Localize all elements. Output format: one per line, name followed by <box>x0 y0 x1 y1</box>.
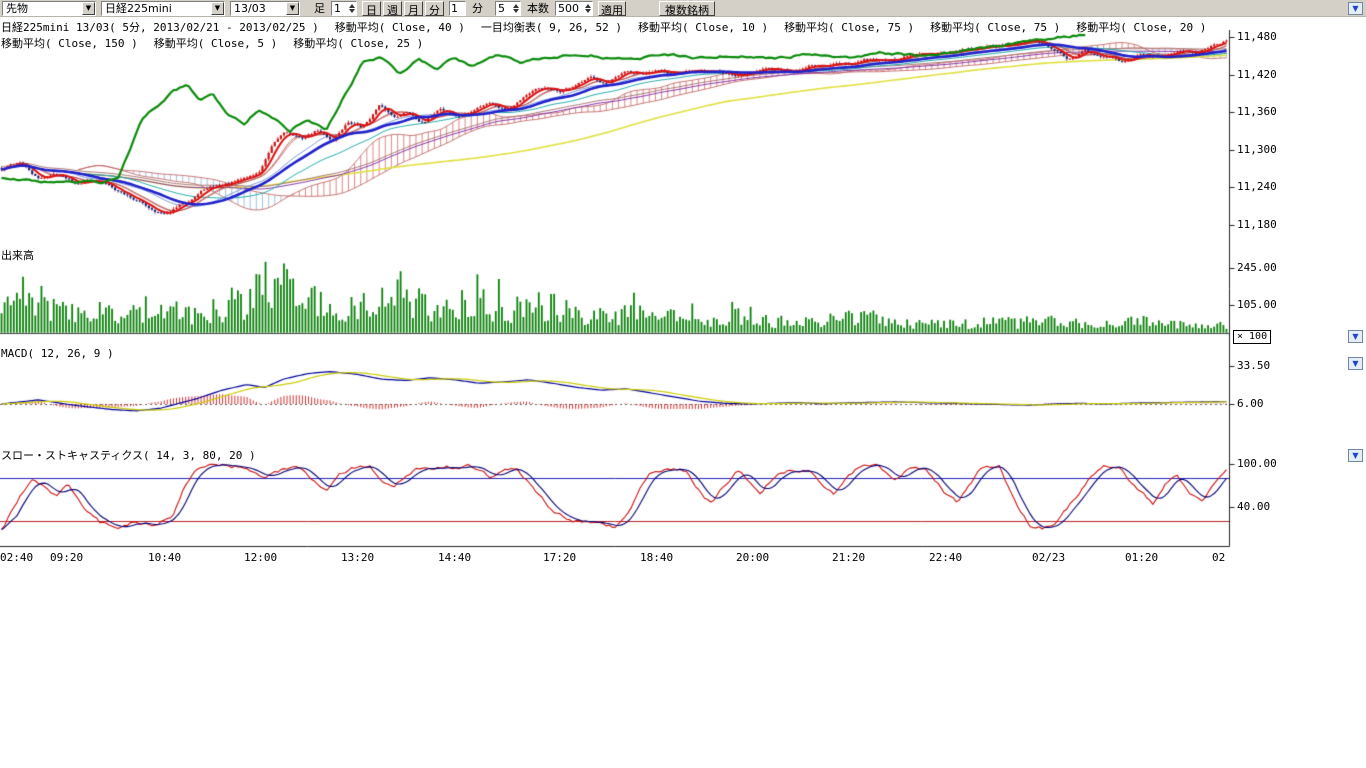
spinner-arrows-icon[interactable] <box>347 2 356 15</box>
minute-label: 分 <box>471 0 484 16</box>
apply-button[interactable]: 適用 <box>598 1 626 16</box>
dropdown-arrow-icon[interactable]: ▼ <box>286 2 299 15</box>
symbol-value: 日経225mini <box>105 0 172 16</box>
price-chart-canvas[interactable] <box>0 0 1366 600</box>
spinner-arrows-icon[interactable] <box>583 2 592 15</box>
symbol-select[interactable]: 日経225mini ▼ <box>101 1 225 16</box>
contract-month-select[interactable]: 13/03 ▼ <box>230 1 300 16</box>
bars-interval-spinner[interactable]: 5 <box>495 1 521 16</box>
indicator-legend-item: 移動平均( Close, 75 ) <box>784 19 914 35</box>
indicator-legend-item: 一目均衡表( 9, 26, 52 ) <box>481 19 622 35</box>
dropdown-arrow-icon[interactable]: ▼ <box>211 2 224 15</box>
bar-count-spinner[interactable]: 500 <box>555 1 593 16</box>
instrument-type-select[interactable]: 先物 ▼ <box>2 1 96 16</box>
indicator-legend-item: 移動平均( Close, 25 ) <box>293 35 423 51</box>
trading-chart-app: { "toolbar": { "selects": [ {"value": "先… <box>0 0 1366 768</box>
indicator-legend-item: 移動平均( Close, 150 ) <box>1 35 138 51</box>
indicator-legend-item: 移動平均( Close, 40 ) <box>335 19 465 35</box>
bars-interval-value: 5 <box>498 2 505 15</box>
macd-pane-menu-button[interactable]: ▼ <box>1348 357 1363 370</box>
timeframe-label: 足 <box>313 0 326 16</box>
indicator-legend-item: 移動平均( Close, 10 ) <box>638 19 768 35</box>
stoch-pane-label: スロー・ストキャスティクス( 14, 3, 80, 20 ) <box>1 447 256 463</box>
indicator-legend-row-2: 移動平均( Close, 150 ) 移動平均( Close, 5 ) 移動平均( … <box>1 35 423 51</box>
dropdown-arrow-icon[interactable]: ▼ <box>82 2 95 15</box>
volume-multiplier-badge: × 100 <box>1233 330 1271 344</box>
indicator-legend-row-1: 日経225mini 13/03( 5分, 2013/02/21 - 2013/0… <box>1 19 1206 35</box>
bar-count-value: 500 <box>558 2 579 15</box>
period-button[interactable]: 週 <box>383 1 402 16</box>
stoch-pane-menu-button[interactable]: ▼ <box>1348 449 1363 462</box>
price-pane-menu-button[interactable]: ▼ <box>1348 2 1363 15</box>
spinner-arrows-icon[interactable] <box>511 2 520 15</box>
multi-symbol-button[interactable]: 複数銘柄 <box>659 1 715 16</box>
indicator-legend-item: 移動平均( Close, 75 ) <box>930 19 1060 35</box>
period-button[interactable]: 分 <box>425 1 444 16</box>
period-button[interactable]: 月 <box>404 1 423 16</box>
indicator-legend-item: 日経225mini 13/03( 5分, 2013/02/21 - 2013/0… <box>1 19 319 35</box>
period-button[interactable]: 日 <box>362 1 381 16</box>
interval-value: 1 <box>334 2 341 15</box>
interval-spinner[interactable]: 1 <box>331 1 357 16</box>
bars-label: 本数 <box>526 0 550 16</box>
volume-pane-label: 出来高 <box>1 247 34 263</box>
toolbar: 先物 ▼ 日経225mini ▼ 13/03 ▼ 足 1 日週月分 分 5 本数… <box>0 0 1366 17</box>
indicator-legend-item: 移動平均( Close, 5 ) <box>154 35 277 51</box>
minute-input[interactable] <box>449 1 466 16</box>
macd-pane-label: MACD( 12, 26, 9 ) <box>1 347 114 360</box>
instrument-type-value: 先物 <box>6 0 28 16</box>
indicator-legend-item: 移動平均( Close, 20 ) <box>1076 19 1206 35</box>
contract-month-value: 13/03 <box>234 2 266 15</box>
period-buttons: 日週月分 <box>362 1 444 16</box>
volume-pane-menu-button[interactable]: ▼ <box>1348 330 1363 343</box>
